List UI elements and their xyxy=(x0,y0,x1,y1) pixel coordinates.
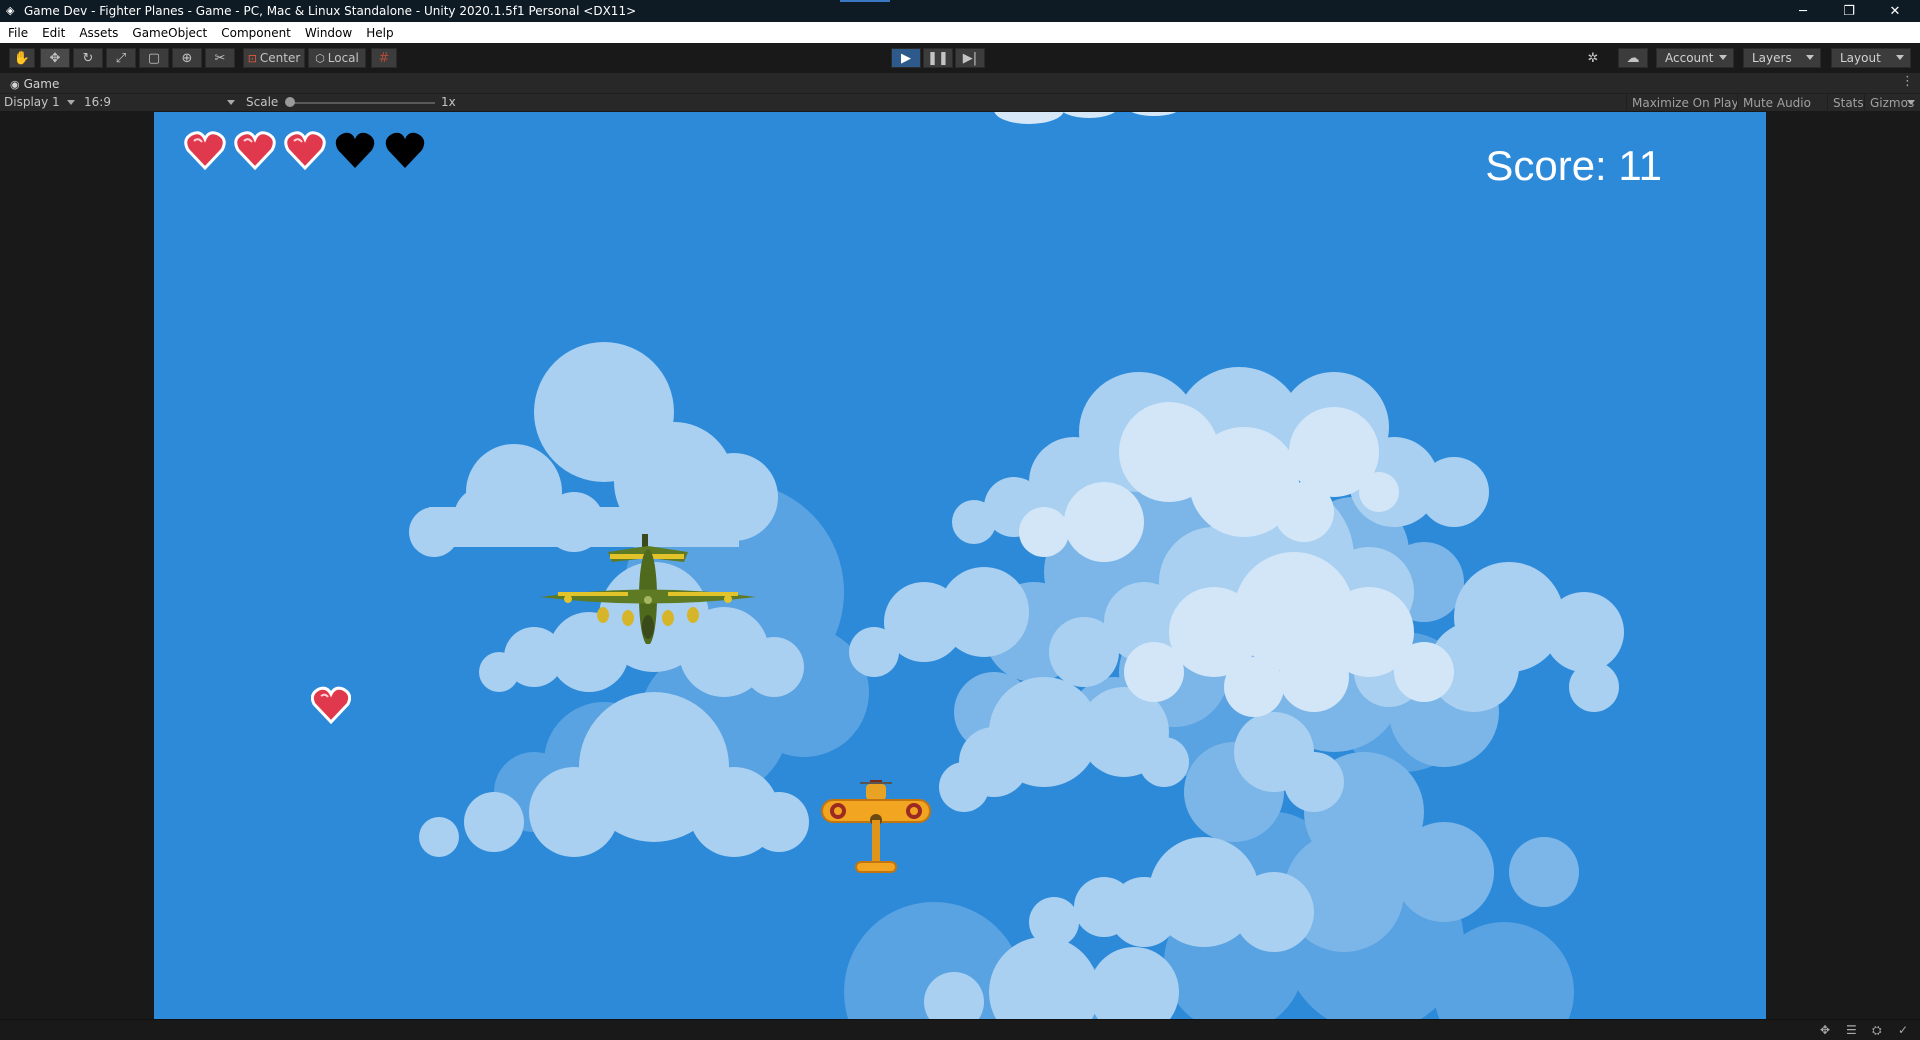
play-icon: ▶ xyxy=(901,50,911,66)
tools-icon: ✂ xyxy=(214,50,226,66)
window-title: Game Dev - Fighter Planes - Game - PC, M… xyxy=(24,4,637,18)
services-button[interactable]: ✲ xyxy=(1580,48,1606,68)
scale-icon: ⤢ xyxy=(115,50,127,66)
layout-label: Layout xyxy=(1840,51,1881,65)
grid-snap-button[interactable]: # xyxy=(371,48,397,68)
menu-file[interactable]: File xyxy=(8,26,28,40)
account-label: Account xyxy=(1665,51,1714,65)
rect-icon: ▢ xyxy=(147,50,161,66)
close-button[interactable]: ✕ xyxy=(1872,0,1918,22)
game-view-controls: Display 1 16:9 Scale 1x Maximize On Play… xyxy=(0,93,1920,112)
minimize-button[interactable]: ─ xyxy=(1780,0,1826,22)
auto-generate-lighting-icon[interactable]: ✥ xyxy=(1820,1023,1830,1037)
pivot-icon: ⊡ xyxy=(247,51,257,65)
tab-game[interactable]: ◉ Game xyxy=(4,75,67,93)
rotate-icon: ↻ xyxy=(82,50,94,66)
menu-gameobject[interactable]: GameObject xyxy=(132,26,207,40)
scale-slider-handle[interactable] xyxy=(285,97,295,107)
game-tab-bar: ◉ Game ⋮ xyxy=(0,73,1920,93)
game-scene xyxy=(409,112,1624,1019)
pause-button[interactable]: ❚❚ xyxy=(923,48,953,68)
restore-button[interactable]: ❐ xyxy=(1826,0,1872,22)
layers-dropdown[interactable]: Layers xyxy=(1743,48,1821,68)
cloud-top xyxy=(994,112,1177,124)
aspect-dropdown[interactable]: 16:9 xyxy=(84,95,111,109)
maximize-on-play-toggle[interactable]: Maximize On Play xyxy=(1626,94,1744,112)
chevron-down-icon xyxy=(1719,55,1727,60)
pivot-local-label: Local xyxy=(327,51,359,65)
toolbar: ✋ ✥ ↻ ⤢ ▢ ⊕ ✂ ⊡ Center ⬡ Local # ▶ ❚❚ ▶|… xyxy=(0,43,1920,73)
rect-tool-button[interactable]: ▢ xyxy=(139,48,169,68)
debug-icon[interactable]: ⛭ xyxy=(1872,1023,1882,1038)
move-tool-button[interactable]: ✥ xyxy=(40,48,70,68)
cache-server-icon[interactable]: ☰ xyxy=(1846,1023,1857,1037)
custom-tool-button[interactable]: ✂ xyxy=(205,48,235,68)
close-icon: ✕ xyxy=(1889,3,1901,19)
local-icon: ⬡ xyxy=(315,51,325,65)
minimize-icon: ─ xyxy=(1799,3,1807,19)
restore-icon: ❐ xyxy=(1843,3,1855,19)
chevron-down-icon xyxy=(1806,55,1814,60)
life-heart-empty-icon xyxy=(335,132,375,168)
menu-help[interactable]: Help xyxy=(366,26,393,40)
grid-icon: # xyxy=(378,50,390,66)
hand-icon: ✋ xyxy=(13,50,31,66)
heart-pickup-icon xyxy=(311,686,351,724)
scale-value: 1x xyxy=(441,95,456,109)
stats-toggle[interactable]: Stats xyxy=(1827,94,1869,112)
pivot-local-toggle[interactable]: ⬡ Local xyxy=(308,48,366,68)
play-button[interactable]: ▶ xyxy=(891,48,921,68)
chevron-down-icon xyxy=(227,100,235,105)
transform-tool-button[interactable]: ⊕ xyxy=(172,48,202,68)
transform-icon: ⊕ xyxy=(181,50,193,66)
display-dropdown[interactable]: Display 1 xyxy=(4,95,60,109)
cloud-icon: ☁ xyxy=(1626,50,1640,66)
scale-label: Scale xyxy=(246,95,279,109)
menu-assets[interactable]: Assets xyxy=(79,26,118,40)
pause-icon: ❚❚ xyxy=(927,50,949,66)
services-icon: ✲ xyxy=(1587,50,1599,66)
scale-slider-track[interactable] xyxy=(290,102,435,104)
score-label: Score: 11 xyxy=(1485,142,1662,189)
life-heart-full-icon xyxy=(184,131,226,170)
hand-tool-button[interactable]: ✋ xyxy=(9,48,35,68)
life-heart-full-icon xyxy=(284,131,326,170)
gamepad-icon: ◉ xyxy=(10,77,20,91)
title-bar: ◈ Game Dev - Fighter Planes - Game - PC,… xyxy=(0,0,1920,22)
menu-window[interactable]: Window xyxy=(305,26,352,40)
scale-tool-button[interactable]: ⤢ xyxy=(106,48,136,68)
layout-dropdown[interactable]: Layout xyxy=(1831,48,1911,68)
cloud-button[interactable]: ☁ xyxy=(1618,48,1648,68)
menu-edit[interactable]: Edit xyxy=(42,26,65,40)
menu-bar: File Edit Assets GameObject Component Wi… xyxy=(0,22,1920,43)
more-options-icon[interactable]: ⋮ xyxy=(1901,74,1914,89)
player-plane xyxy=(821,780,931,873)
progress-icon[interactable]: ✓ xyxy=(1898,1023,1908,1037)
title-accent xyxy=(840,0,890,2)
status-bar: ✥ ☰ ⛭ ✓ xyxy=(0,1019,1920,1040)
game-viewport[interactable]: Score: 11 xyxy=(154,112,1766,1019)
mute-audio-toggle[interactable]: Mute Audio xyxy=(1737,94,1816,112)
layers-label: Layers xyxy=(1752,51,1792,65)
life-heart-full-icon xyxy=(234,131,276,170)
rotate-tool-button[interactable]: ↻ xyxy=(73,48,103,68)
chevron-down-icon xyxy=(67,100,75,105)
menu-component[interactable]: Component xyxy=(221,26,291,40)
chevron-down-icon xyxy=(1896,55,1904,60)
enemy-bomber-plane xyxy=(540,534,756,644)
unity-logo-icon: ◈ xyxy=(6,4,15,17)
pivot-center-toggle[interactable]: ⊡ Center xyxy=(243,48,305,68)
step-icon: ▶| xyxy=(962,50,978,66)
step-button[interactable]: ▶| xyxy=(955,48,985,68)
tab-game-label: Game xyxy=(23,77,60,91)
account-dropdown[interactable]: Account xyxy=(1656,48,1734,68)
chevron-down-icon xyxy=(1907,100,1915,105)
pivot-center-label: Center xyxy=(259,51,301,65)
life-heart-empty-icon xyxy=(385,132,425,168)
move-icon: ✥ xyxy=(49,50,61,66)
